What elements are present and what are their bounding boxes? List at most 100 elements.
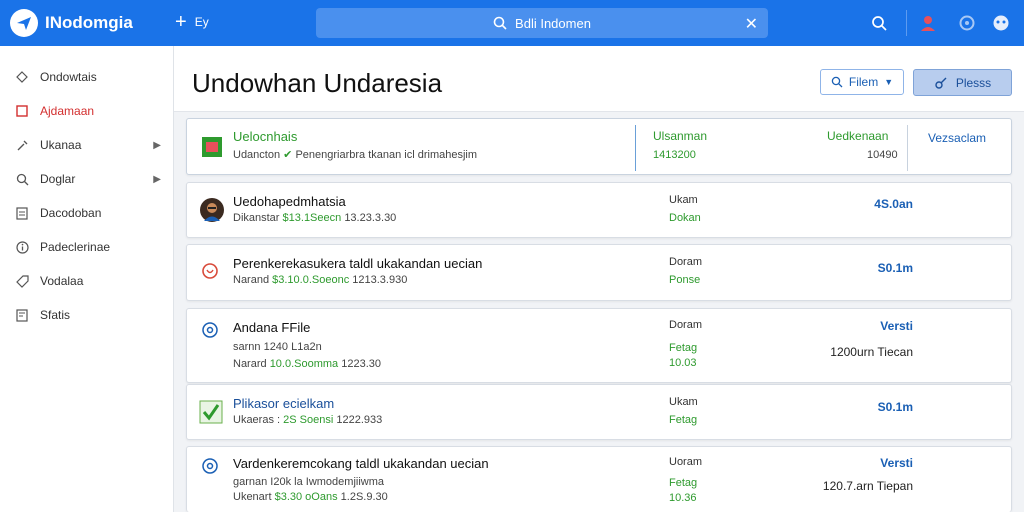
sidebar-item-6[interactable]: Vodalaa: [0, 264, 173, 298]
list-item[interactable]: Plikasor ecielkam Ukaeras : 2S Soensi 12…: [186, 384, 1012, 440]
chevron-right-icon: ▶: [153, 139, 161, 151]
sidebar-item-1[interactable]: Ajdamaan: [0, 94, 173, 128]
summary-subtitle-prefix: Udancton: [233, 149, 281, 161]
info-icon: [14, 239, 30, 255]
item-subtitle: Ukaeras : 2S Soensi 1222.933: [233, 414, 382, 426]
chevron-right-icon: ▶: [153, 173, 161, 185]
search-bar[interactable]: Bdli Indomen ✕: [316, 8, 768, 38]
list-item[interactable]: Perenkerekasukera taldl ukakandan uecian…: [186, 244, 1012, 301]
clear-search-icon[interactable]: ✕: [745, 14, 758, 34]
check-icon: [199, 400, 223, 424]
diamond-icon: [14, 69, 30, 85]
main-content: Undowhan Undaresia Filem ▼ Plesss Uelocn…: [174, 46, 1024, 512]
sidebar-item-label: Ajdamaan: [40, 104, 95, 118]
key-icon: [935, 77, 947, 89]
item-sub-label: Ukenart: [233, 491, 272, 503]
item-col1a: Doram: [669, 256, 703, 268]
filter-button[interactable]: Filem ▼: [820, 69, 904, 95]
sidebar-item-label: Ukanaa: [40, 138, 82, 152]
item-col1b: Fetag: [669, 414, 698, 426]
item-sub-date: 1222.933: [336, 414, 383, 426]
sidebar-item-7[interactable]: Sfatis: [0, 298, 173, 332]
item-sub-green: 2S Soensi: [283, 414, 334, 426]
item-title: Vardenkeremcokang taldl ukakandan uecian: [233, 456, 489, 471]
search-icon[interactable]: [869, 13, 889, 33]
check-icon: ✔: [283, 149, 296, 161]
summary-subtitle-rest: Penengriarbra tkanan icl drimahesjim: [295, 149, 478, 161]
item-col1b: Ponse: [669, 274, 701, 286]
summary-col2-label: Uedkenaan: [827, 129, 889, 143]
item-time: 1200urn Tiecan: [830, 345, 913, 359]
top-bar: INodomgia + Ey Bdli Indomen ✕: [0, 0, 1024, 46]
item-subtitle-extra: sarnn 1240 L1a2n: [233, 341, 322, 353]
item-sub-date: 1.2S.9.30: [340, 491, 388, 503]
help-icon[interactable]: [991, 13, 1011, 33]
chevron-down-icon: ▼: [884, 77, 894, 87]
item-col1b: Fetag: [669, 477, 698, 489]
item-col1a: Ukam: [669, 194, 698, 206]
document-icon: [14, 205, 30, 221]
page-header: Undowhan Undaresia Filem ▼ Plesss: [174, 46, 1024, 112]
target-icon: [199, 319, 221, 341]
square-icon: [14, 103, 30, 119]
item-sub-label: Narand: [233, 274, 270, 286]
sidebar: Ondowtais Ajdamaan Ukanaa ▶ Doglar ▶ Dac…: [0, 46, 174, 512]
item-col1a: Uoram: [669, 456, 703, 468]
toolbar-divider: [906, 10, 907, 36]
ring-icon: [199, 260, 221, 282]
sidebar-item-label: Doglar: [40, 172, 76, 186]
item-subtitle: Narard 10.0.Soomma 1223.30: [233, 358, 381, 370]
sidebar-item-label: Sfatis: [40, 308, 71, 322]
sidebar-item-4[interactable]: Dacodoban: [0, 196, 173, 230]
sidebar-item-2[interactable]: Ukanaa ▶: [0, 128, 173, 162]
item-title: Andana FFile: [233, 320, 311, 335]
page-title: Undowhan Undaresia: [192, 68, 443, 98]
item-title: Plikasor ecielkam: [233, 396, 335, 411]
item-subtitle-extra: garnan I20k la Iwmodemjiiwma: [233, 476, 385, 488]
list-item[interactable]: Andana FFile sarnn 1240 L1a2n Narard 10.…: [186, 308, 1012, 383]
summary-col2-value: 10490: [867, 149, 898, 161]
app-logo-icon[interactable]: [10, 9, 38, 37]
item-amount: Versti: [880, 319, 913, 333]
search-icon: [493, 16, 507, 30]
divider: [907, 125, 908, 171]
item-subtitle: Ukenart $3.30 oOans 1.2S.9.30: [233, 491, 388, 503]
item-title: Uedohapedmhatsia: [233, 194, 346, 209]
item-sub-green: $13.1Seecn: [282, 212, 342, 224]
item-sub-date: 1213.3.930: [352, 274, 408, 286]
summary-card[interactable]: Uelocnhais Udancton ✔ Penengriarbra tkan…: [186, 118, 1012, 175]
file-icon: [14, 307, 30, 323]
app-title: INodomgia: [45, 13, 133, 32]
item-col1b: Dokan: [669, 212, 701, 224]
item-sub-label: Narard: [233, 358, 267, 370]
primary-button-label: Plesss: [955, 75, 992, 90]
new-button-label: Ey: [194, 15, 209, 29]
sidebar-item-label: Vodalaa: [40, 274, 84, 288]
user-icon[interactable]: [918, 13, 938, 33]
search-icon: [831, 76, 843, 88]
settings-icon[interactable]: [957, 13, 977, 33]
primary-button[interactable]: Plesss: [913, 69, 1012, 96]
sidebar-item-label: Dacodoban: [40, 206, 102, 220]
item-sub-green: $3.10.0.Soeonc: [272, 274, 350, 286]
item-amount: 4S.0an: [874, 197, 913, 211]
list-item[interactable]: Vardenkeremcokang taldl ukakandan uecian…: [186, 446, 1012, 512]
list-item[interactable]: Uedohapedmhatsia Dikanstar $13.1Seecn 13…: [186, 182, 1012, 238]
plus-icon: +: [175, 11, 187, 33]
sidebar-item-0[interactable]: Ondowtais: [0, 60, 173, 94]
summary-col3-label: Vezsaclam: [928, 131, 987, 145]
tool-icon: [14, 137, 30, 153]
item-col1c: 10.03: [669, 357, 697, 369]
sidebar-item-5[interactable]: Padeclerinae: [0, 230, 173, 264]
filter-button-label: Filem: [848, 75, 879, 89]
item-col1a: Ukam: [669, 396, 698, 408]
item-sub-green: 10.0.Soomma: [269, 358, 339, 370]
target-icon: [199, 455, 221, 477]
new-button[interactable]: + Ey: [175, 12, 209, 32]
sidebar-item-3[interactable]: Doglar ▶: [0, 162, 173, 196]
item-title: Perenkerekasukera taldl ukakandan uecian: [233, 256, 483, 271]
summary-title: Uelocnhais: [233, 129, 298, 144]
summary-subtitle: Udancton ✔ Penengriarbra tkanan icl drim…: [233, 148, 477, 161]
summary-col1-label: Ulsanman: [653, 129, 708, 143]
item-sub-label: Ukaeras :: [233, 414, 281, 426]
